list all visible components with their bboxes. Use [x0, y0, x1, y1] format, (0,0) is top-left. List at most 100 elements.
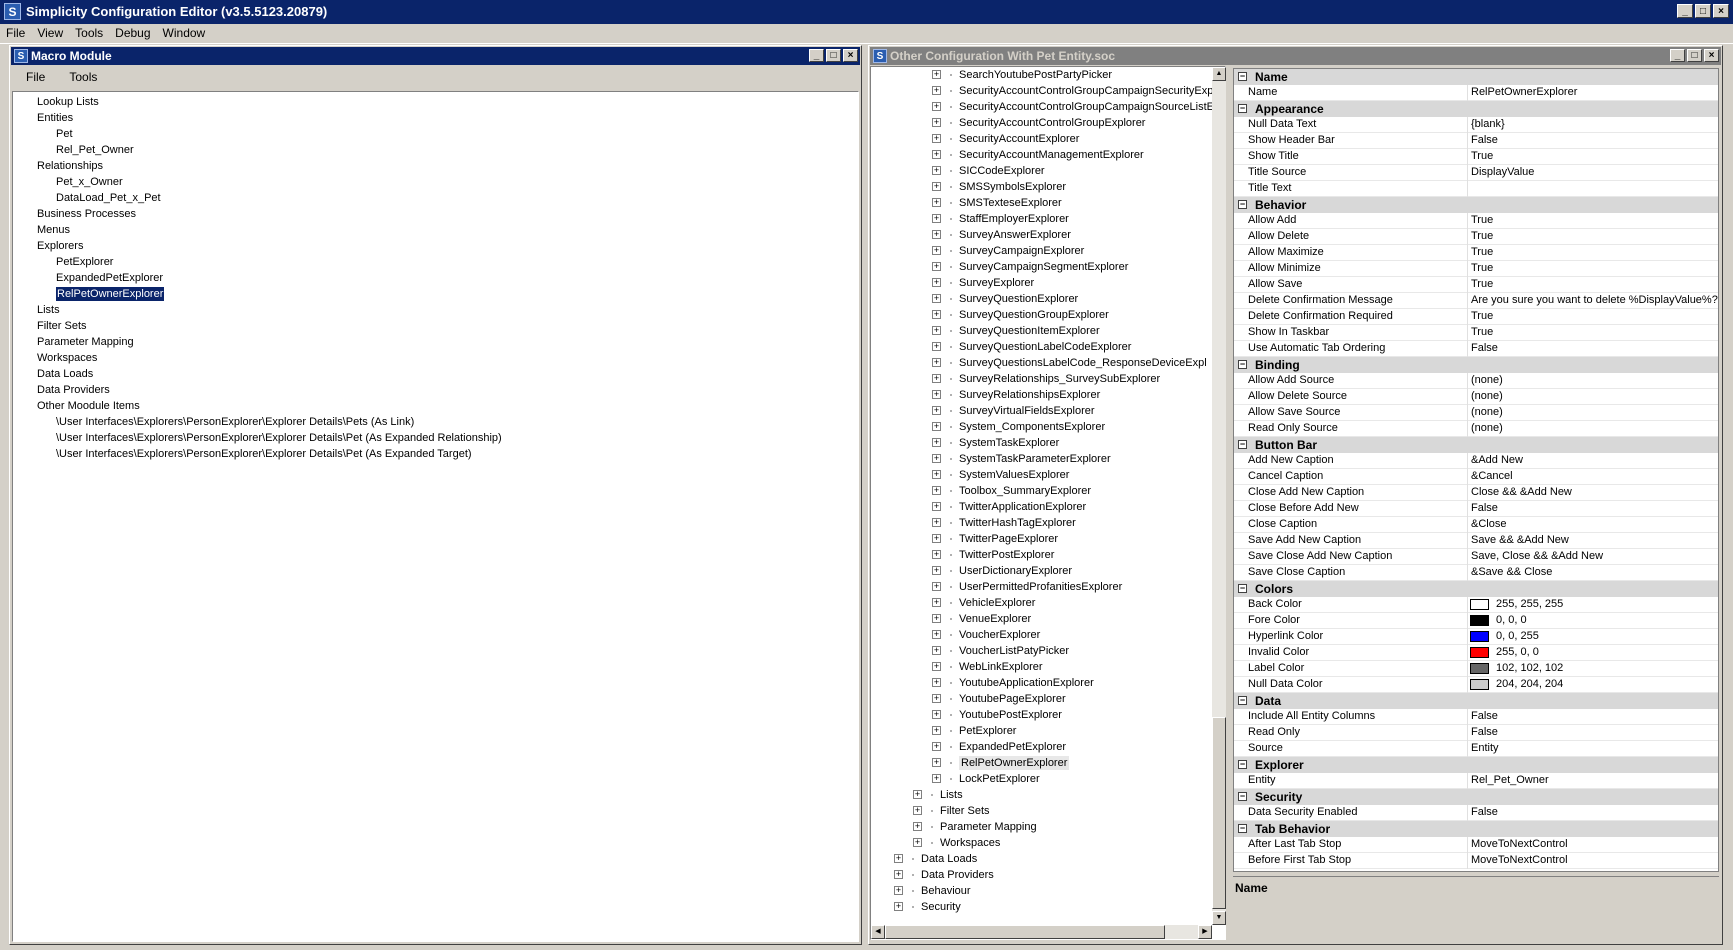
property-category[interactable]: − Binding — [1234, 357, 1718, 373]
expand-icon[interactable]: + — [932, 694, 941, 703]
property-row[interactable]: Allow Delete True — [1234, 229, 1718, 245]
property-row[interactable]: Show Title True — [1234, 149, 1718, 165]
collapse-icon[interactable]: − — [1238, 824, 1247, 833]
config-tree-node[interactable]: + SMSSymbolsExplorer — [871, 179, 1211, 195]
property-row[interactable]: Save Close Caption &Save && Close — [1234, 565, 1718, 581]
property-value[interactable]: &Save && Close — [1471, 566, 1718, 578]
config-tree-node[interactable]: + TwitterPageExplorer — [871, 531, 1211, 547]
config-tree-node[interactable]: + SMSTexteseExplorer — [871, 195, 1211, 211]
config-close-button[interactable]: × — [1704, 49, 1719, 62]
property-row[interactable]: Fore Color 0, 0, 0 — [1234, 613, 1718, 629]
expand-icon[interactable]: + — [932, 310, 941, 319]
collapse-icon[interactable]: − — [1238, 440, 1247, 449]
property-row[interactable]: Close Add New Caption Close && &Add New — [1234, 485, 1718, 501]
collapse-icon[interactable]: − — [1238, 72, 1247, 81]
macro-tree-item[interactable]: Rel_Pet_Owner — [56, 143, 134, 157]
config-tree-node[interactable]: + Data Loads — [871, 851, 1211, 867]
config-tree-node[interactable]: + SurveyCampaignExplorer — [871, 243, 1211, 259]
config-tree-node[interactable]: + Lists — [871, 787, 1211, 803]
property-row[interactable]: Label Color 102, 102, 102 — [1234, 661, 1718, 677]
collapse-icon[interactable]: − — [1238, 760, 1247, 769]
expand-icon[interactable]: + — [932, 710, 941, 719]
property-row[interactable]: Null Data Color 204, 204, 204 — [1234, 677, 1718, 693]
macro-tree-item[interactable]: Workspaces — [37, 351, 97, 365]
config-tree-node[interactable]: + SurveyRelationships_SurveySubExplorer — [871, 371, 1211, 387]
property-value[interactable]: True — [1471, 230, 1718, 242]
expand-icon[interactable]: + — [932, 118, 941, 127]
property-value[interactable]: False — [1471, 726, 1718, 738]
scroll-up-button[interactable]: ▲ — [1212, 67, 1226, 81]
property-row[interactable]: Name RelPetOwnerExplorer — [1234, 85, 1718, 101]
macro-tree-item[interactable]: Menus — [37, 223, 70, 237]
expand-icon[interactable]: + — [913, 806, 922, 815]
expand-icon[interactable]: + — [932, 278, 941, 287]
config-tree-node[interactable]: + SICCodeExplorer — [871, 163, 1211, 179]
collapse-icon[interactable]: − — [1238, 360, 1247, 369]
expand-icon[interactable]: + — [894, 902, 903, 911]
macro-tree-item-selected[interactable]: RelPetOwnerExplorer — [54, 286, 166, 302]
hscroll-thumb[interactable] — [885, 925, 1165, 939]
property-value[interactable]: Rel_Pet_Owner — [1471, 774, 1718, 786]
property-row[interactable]: Allow Add Source (none) — [1234, 373, 1718, 389]
property-row[interactable]: After Last Tab Stop MoveToNextControl — [1234, 837, 1718, 853]
property-row[interactable]: Invalid Color 255, 0, 0 — [1234, 645, 1718, 661]
property-row[interactable]: Source Entity — [1234, 741, 1718, 757]
expand-icon[interactable]: + — [894, 854, 903, 863]
property-value[interactable]: 0, 0, 0 — [1496, 614, 1733, 626]
property-row[interactable]: Hyperlink Color 0, 0, 255 — [1234, 629, 1718, 645]
property-row[interactable]: Null Data Text {blank} — [1234, 117, 1718, 133]
macro-close-button[interactable]: × — [843, 49, 858, 62]
property-value[interactable]: (none) — [1471, 390, 1718, 402]
expand-icon[interactable]: + — [932, 390, 941, 399]
expand-icon[interactable]: + — [932, 726, 941, 735]
macro-tree-item[interactable]: Business Processes — [37, 207, 136, 221]
expand-icon[interactable]: + — [932, 374, 941, 383]
property-category[interactable]: − Name — [1234, 69, 1718, 85]
config-tree-node[interactable]: + SurveyCampaignSegmentExplorer — [871, 259, 1211, 275]
property-row[interactable]: Delete Confirmation Required True — [1234, 309, 1718, 325]
config-tree-node[interactable]: + SurveyQuestionItemExplorer — [871, 323, 1211, 339]
property-category[interactable]: − Appearance — [1234, 101, 1718, 117]
collapse-icon[interactable]: − — [1238, 104, 1247, 113]
scroll-left-button[interactable]: ◀ — [871, 925, 885, 939]
config-tree-node[interactable]: + TwitterPostExplorer — [871, 547, 1211, 563]
property-row[interactable]: Back Color 255, 255, 255 — [1234, 597, 1718, 613]
config-tree-node[interactable]: + WebLinkExplorer — [871, 659, 1211, 675]
expand-icon[interactable]: + — [932, 406, 941, 415]
config-tree-node[interactable]: + System_ComponentsExplorer — [871, 419, 1211, 435]
expand-icon[interactable]: + — [932, 534, 941, 543]
property-value[interactable]: Are you sure you want to delete %Display… — [1471, 294, 1718, 306]
config-tree-node[interactable]: + VenueExplorer — [871, 611, 1211, 627]
close-button[interactable]: × — [1713, 4, 1729, 18]
config-tree-node[interactable]: + Toolbox_SummaryExplorer — [871, 483, 1211, 499]
config-tree-node[interactable]: + VoucherListPatyPicker — [871, 643, 1211, 659]
macro-tree-item[interactable]: Lookup Lists — [37, 95, 99, 109]
config-tree-node[interactable]: + SystemValuesExplorer — [871, 467, 1211, 483]
property-row[interactable]: Title Text — [1234, 181, 1718, 197]
config-tree-node[interactable]: + Workspaces — [871, 835, 1211, 851]
property-row[interactable]: Save Add New Caption Save && &Add New — [1234, 533, 1718, 549]
expand-icon[interactable]: + — [894, 870, 903, 879]
property-value[interactable]: False — [1471, 710, 1718, 722]
expand-icon[interactable]: + — [932, 614, 941, 623]
property-value[interactable]: False — [1471, 342, 1718, 354]
macro-tree[interactable]: Lookup Lists Entities Pet Rel_Pet_Owner Rela… — [12, 91, 859, 942]
config-tree-node[interactable]: + YoutubePageExplorer — [871, 691, 1211, 707]
expand-icon[interactable]: + — [932, 166, 941, 175]
property-value[interactable]: {blank} — [1471, 118, 1718, 130]
property-category[interactable]: − Security — [1234, 789, 1718, 805]
property-value[interactable]: RelPetOwnerExplorer — [1471, 86, 1718, 98]
property-value[interactable]: Entity — [1471, 742, 1718, 754]
expand-icon[interactable]: + — [932, 198, 941, 207]
expand-icon[interactable]: + — [932, 678, 941, 687]
macro-tree-item[interactable]: \User Interfaces\Explorers\PersonExplore… — [56, 415, 414, 429]
menu-file[interactable]: File — [0, 24, 31, 42]
config-tree-node[interactable]: + SecurityAccountControlGroupExplorer — [871, 115, 1211, 131]
property-value[interactable]: MoveToNextControl — [1471, 838, 1718, 850]
collapse-icon[interactable]: − — [1238, 792, 1247, 801]
expand-icon[interactable]: + — [932, 246, 941, 255]
macro-tree-item[interactable]: \User Interfaces\Explorers\PersonExplore… — [56, 431, 502, 445]
property-row[interactable]: Before First Tab Stop MoveToNextControl — [1234, 853, 1718, 869]
expand-icon[interactable]: + — [932, 630, 941, 639]
collapse-icon[interactable]: − — [1238, 584, 1247, 593]
